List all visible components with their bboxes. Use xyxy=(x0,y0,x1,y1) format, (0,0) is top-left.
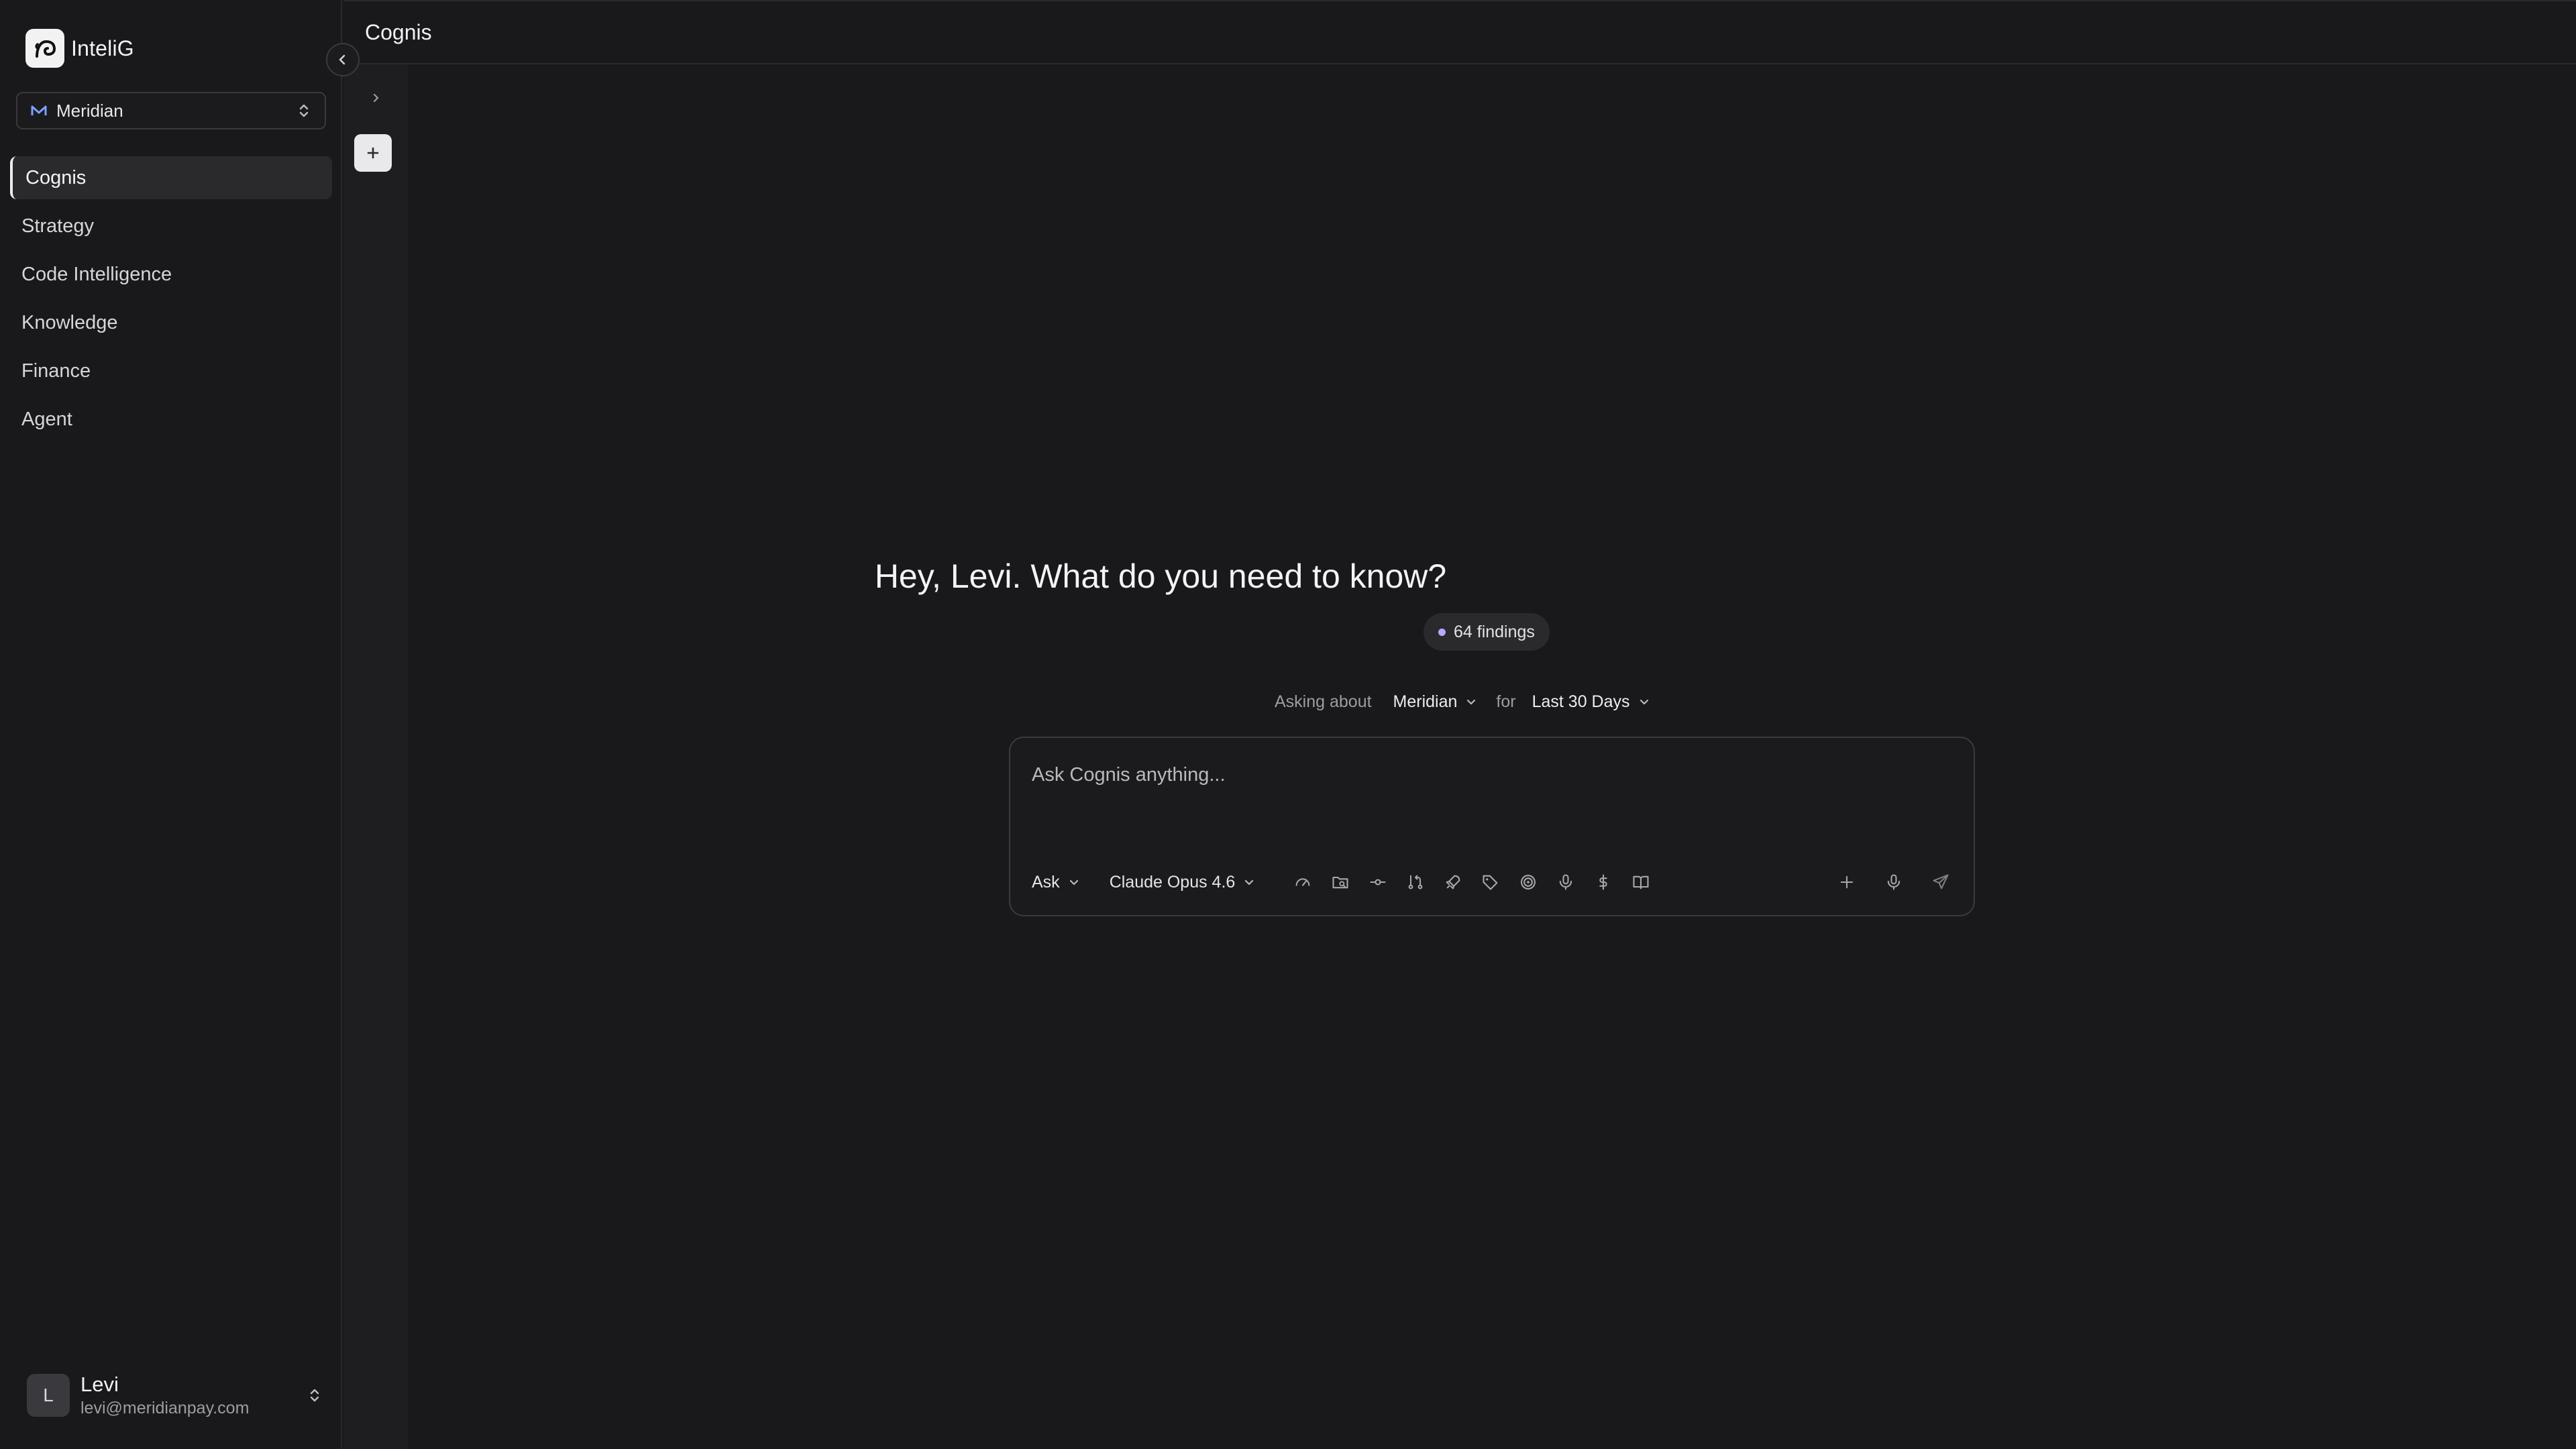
sidebar: InteliG Meridian Cognis Strategy Code In… xyxy=(0,0,342,1449)
org-select-value: Meridian xyxy=(56,100,123,121)
scope-value: Meridian xyxy=(1393,692,1458,711)
chevron-down-icon xyxy=(1640,699,1648,705)
new-chat-button[interactable] xyxy=(354,134,392,172)
brand-logo-icon xyxy=(25,29,64,68)
chevron-right-icon xyxy=(373,93,379,103)
mode-value: Ask xyxy=(1032,872,1060,892)
book-icon[interactable] xyxy=(1629,871,1652,894)
gauge-icon[interactable] xyxy=(1291,871,1314,894)
chevron-down-icon xyxy=(1245,879,1254,885)
collapse-sidebar-button[interactable] xyxy=(326,43,360,76)
page-title: Cognis xyxy=(365,19,432,44)
send-button[interactable] xyxy=(1929,871,1952,894)
sidebar-item-code-intelligence[interactable]: Code Intelligence xyxy=(10,253,332,296)
folder-search-icon[interactable] xyxy=(1329,871,1352,894)
greeting-heading: Hey, Levi. What do you need to know? xyxy=(874,557,1447,595)
chevron-up-down-icon xyxy=(307,1385,322,1405)
chevron-down-icon xyxy=(1069,879,1078,885)
chevron-down-icon xyxy=(1467,699,1476,705)
dollar-icon[interactable] xyxy=(1592,871,1615,894)
brand[interactable]: InteliG xyxy=(25,27,134,70)
chevron-left-icon xyxy=(339,54,345,65)
user-meta: Levi levi@meridianpay.com xyxy=(80,1372,307,1419)
brand-name: InteliG xyxy=(71,36,134,60)
plus-icon xyxy=(367,147,379,159)
context-selector: Asking about Meridian for Last 30 Days xyxy=(1275,687,1650,716)
microphone-icon xyxy=(1887,874,1900,890)
findings-count: 64 findings xyxy=(1454,622,1535,641)
pull-request-icon[interactable] xyxy=(1404,871,1427,894)
sidebar-item-cognis[interactable]: Cognis xyxy=(10,156,332,199)
ask-input[interactable] xyxy=(1032,758,1944,792)
conversation-rail xyxy=(343,64,408,1449)
plus-icon xyxy=(1840,875,1854,889)
model-dropdown[interactable]: Claude Opus 4.6 xyxy=(1110,873,1256,892)
microphone-icon[interactable] xyxy=(1554,871,1577,894)
voice-input-button[interactable] xyxy=(1882,871,1905,894)
user-name: Levi xyxy=(80,1373,119,1396)
page-header: Cognis xyxy=(343,0,2576,64)
user-menu[interactable]: L Levi levi@meridianpay.com xyxy=(27,1370,322,1421)
chevron-up-down-icon xyxy=(297,101,311,121)
org-logo-icon xyxy=(31,102,48,119)
sidebar-nav: Cognis Strategy Code Intelligence Knowle… xyxy=(10,156,332,446)
org-select[interactable]: Meridian xyxy=(16,92,326,129)
mode-dropdown[interactable]: Ask xyxy=(1032,873,1080,892)
rocket-icon[interactable] xyxy=(1442,871,1464,894)
send-icon xyxy=(1933,874,1949,890)
commit-icon[interactable] xyxy=(1366,871,1389,894)
composer: Ask Claude Opus 4.6 xyxy=(1009,737,1975,916)
attach-button[interactable] xyxy=(1835,871,1858,894)
sidebar-item-finance[interactable]: Finance xyxy=(10,350,332,392)
sidebar-item-agent[interactable]: Agent xyxy=(10,398,332,441)
tool-icons xyxy=(1291,871,1652,894)
target-icon[interactable] xyxy=(1517,871,1540,894)
avatar: L xyxy=(27,1374,70,1417)
composer-actions xyxy=(1835,871,1952,894)
for-label: for xyxy=(1496,692,1516,711)
model-value: Claude Opus 4.6 xyxy=(1109,872,1236,892)
findings-dot-icon xyxy=(1438,628,1446,636)
asking-about-label: Asking about xyxy=(1275,692,1372,711)
user-email: levi@meridianpay.com xyxy=(80,1399,250,1417)
expand-rail-button[interactable] xyxy=(364,86,388,110)
period-value: Last 30 Days xyxy=(1532,692,1630,711)
findings-badge[interactable]: 64 findings xyxy=(1424,613,1550,651)
sidebar-item-knowledge[interactable]: Knowledge xyxy=(10,301,332,344)
sidebar-item-strategy[interactable]: Strategy xyxy=(10,205,332,248)
composer-toolbar: Ask Claude Opus 4.6 xyxy=(1032,865,1952,899)
tag-icon[interactable] xyxy=(1479,871,1502,894)
period-dropdown[interactable]: Last 30 Days xyxy=(1532,692,1650,712)
scope-dropdown[interactable]: Meridian xyxy=(1393,692,1478,712)
